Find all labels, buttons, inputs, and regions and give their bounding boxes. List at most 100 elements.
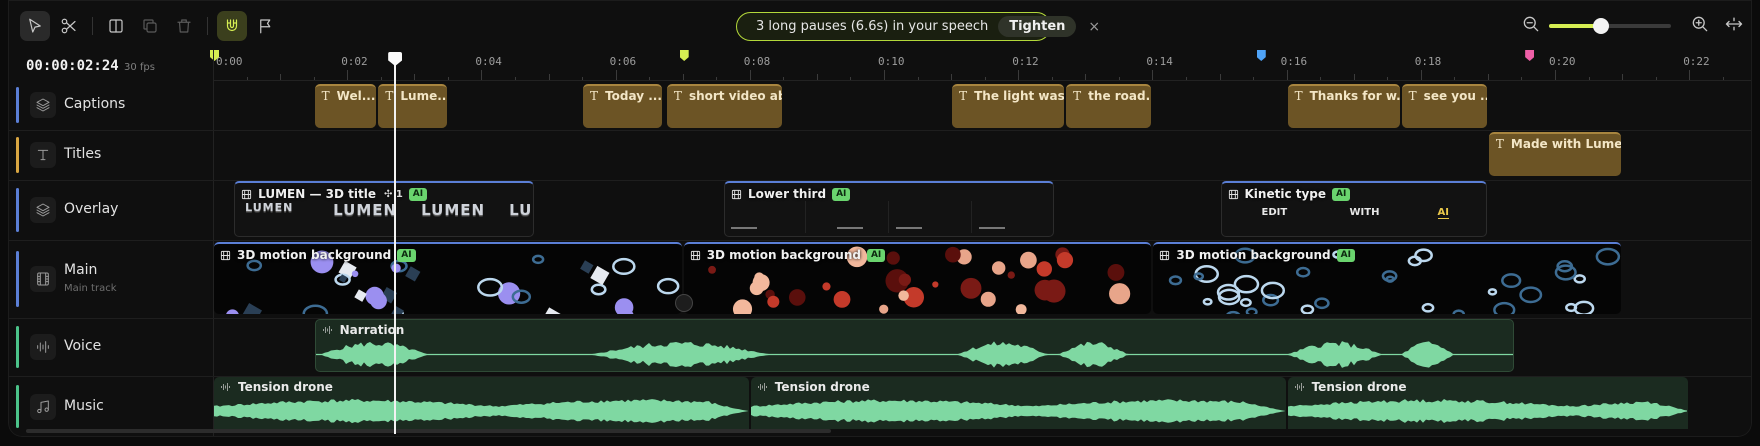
zoom-out-button[interactable] [1521, 14, 1543, 36]
background-shape [590, 265, 610, 286]
waveform-icon [221, 383, 230, 391]
ruler-tick [1622, 74, 1624, 80]
overlay-clip[interactable]: Kinetic type AI EDIT WITH AI [1220, 181, 1487, 237]
ruler-tick [816, 74, 818, 80]
caption-text: Wel... [336, 89, 376, 103]
split-tool-button[interactable] [101, 11, 131, 41]
caption-clip[interactable]: Tsee you ... [1401, 84, 1487, 128]
horizontal-scrollbar[interactable] [26, 429, 831, 433]
overlay-clip[interactable]: Lower third AI [723, 181, 1055, 237]
time-ruler[interactable]: 0:00 0:02 0:04 0:06 0:08 0:10 0:12 0:14 0:16 0:18… [213, 50, 1752, 81]
music-audio-clip[interactable]: Tension drone [1287, 377, 1689, 429]
caption-clip[interactable]: T Lume... [378, 84, 447, 128]
background-shape [1296, 266, 1311, 278]
caption-clip-label: T Today ... [590, 89, 662, 103]
ruler-tick [716, 77, 718, 80]
main-video-clip[interactable]: 3D motion background AI [214, 242, 682, 314]
track-header-voice[interactable]: Voice [8, 318, 213, 376]
background-shape [1314, 297, 1331, 310]
zoom-slider-knob[interactable] [1593, 18, 1610, 34]
background-shape [590, 283, 607, 296]
background-shape [531, 254, 545, 265]
fps-label: 30 fps [124, 62, 155, 73]
ruler-tick [1219, 74, 1221, 80]
main-video-clip[interactable]: 3D motion background AI [1153, 242, 1622, 314]
caption-text: Today ... [605, 89, 662, 103]
lower-third-bar [837, 227, 864, 229]
ruler-tick [1320, 77, 1322, 80]
zoom-slider[interactable] [1549, 18, 1671, 34]
select-tool-button[interactable] [20, 11, 50, 41]
caption-clip[interactable]: T Wel... [314, 84, 377, 128]
layers-icon [36, 203, 50, 217]
track-header-main[interactable]: Main Main track [8, 240, 213, 318]
track-color-bar [16, 188, 19, 232]
waveform-shape [315, 341, 1513, 368]
overlay-clip-name: Lower third [747, 187, 827, 201]
text-icon: T [321, 89, 330, 103]
ai-badge: AI [1332, 187, 1351, 201]
caption-clip[interactable]: T Thanks for w... [1287, 84, 1400, 128]
voice-audio-clip[interactable]: Narration [314, 319, 1514, 372]
background-shape [302, 304, 329, 314]
delete-tool-button[interactable] [169, 11, 199, 41]
track-row-divider [8, 240, 1752, 241]
caption-clip[interactable]: Tshort video ab... [666, 84, 783, 128]
background-shape [477, 277, 504, 297]
main-video-clip[interactable]: 3D motion background AI [683, 242, 1152, 314]
zoom-in-button[interactable] [1690, 14, 1712, 36]
track-header-titles[interactable]: Titles [8, 130, 213, 180]
duplicate-tool-button[interactable] [135, 11, 165, 41]
marker-tool-button[interactable] [251, 11, 281, 41]
music-icon [37, 400, 49, 413]
caption-clip[interactable]: Tthe road... [1066, 84, 1152, 128]
background-shape [960, 277, 982, 299]
background-shape [1193, 272, 1205, 281]
track-color-bar [16, 250, 19, 308]
caption-clip[interactable]: T Today ... [583, 84, 662, 128]
background-shape [944, 246, 961, 263]
ruler-tick [649, 77, 651, 80]
background-shape [878, 304, 888, 314]
background-shape [833, 291, 851, 308]
background-shape [391, 306, 404, 314]
overlay-clip[interactable]: LUMEN — 3D title✣ 1AILUMENLUMENLUMENLUI [234, 181, 535, 237]
track-header-overlay[interactable]: Overlay [8, 180, 213, 240]
background-shape [788, 289, 806, 306]
background-shape [354, 289, 367, 302]
main-clip-header: 3D motion background AI [220, 248, 416, 262]
cut-tool-button[interactable] [54, 11, 84, 41]
waveform-shape [750, 399, 1285, 423]
track-header-music[interactable]: Music [8, 376, 213, 437]
playhead[interactable] [394, 54, 397, 434]
ruler-tick [481, 70, 483, 80]
title-clip[interactable]: T Made with Lumen [1488, 132, 1622, 176]
background-shape [1414, 248, 1434, 263]
text-icon: T [673, 89, 682, 103]
track-icon-box [30, 92, 56, 118]
fit-timeline-button[interactable] [1724, 14, 1746, 36]
magnet-tool-button[interactable] [217, 11, 247, 41]
caption-clip[interactable]: T The light was... [952, 84, 1065, 128]
close-icon[interactable]: × [1088, 19, 1100, 35]
caption-text: The light was... [974, 89, 1065, 103]
main-clip-name: 3D motion background [1176, 248, 1331, 262]
ruler-tick-label: 0:16 [1280, 55, 1308, 68]
ruler-tick-label: 0:22 [1683, 55, 1710, 68]
pause-notice-banner: 3 long pauses (6.6s) in your speech Tigh… [736, 12, 1100, 41]
link-icon[interactable] [674, 294, 693, 312]
audio-waveform [214, 398, 748, 424]
background-shape [541, 307, 563, 314]
ruler-tick [1353, 74, 1355, 80]
music-audio-clip[interactable]: Tension drone [750, 377, 1286, 429]
ruler-tick [749, 70, 751, 80]
caption-clip-label: Tsee you ... [1409, 89, 1487, 103]
track-header-captions[interactable]: Captions [8, 80, 213, 130]
tighten-button[interactable]: Tighten [998, 16, 1077, 37]
audio-waveform [750, 399, 1285, 423]
film-icon [731, 189, 742, 199]
track-name: Main [64, 262, 98, 278]
flag-icon [260, 19, 271, 34]
text-icon: T [1408, 89, 1417, 103]
music-audio-clip[interactable]: Tension drone [214, 377, 749, 429]
